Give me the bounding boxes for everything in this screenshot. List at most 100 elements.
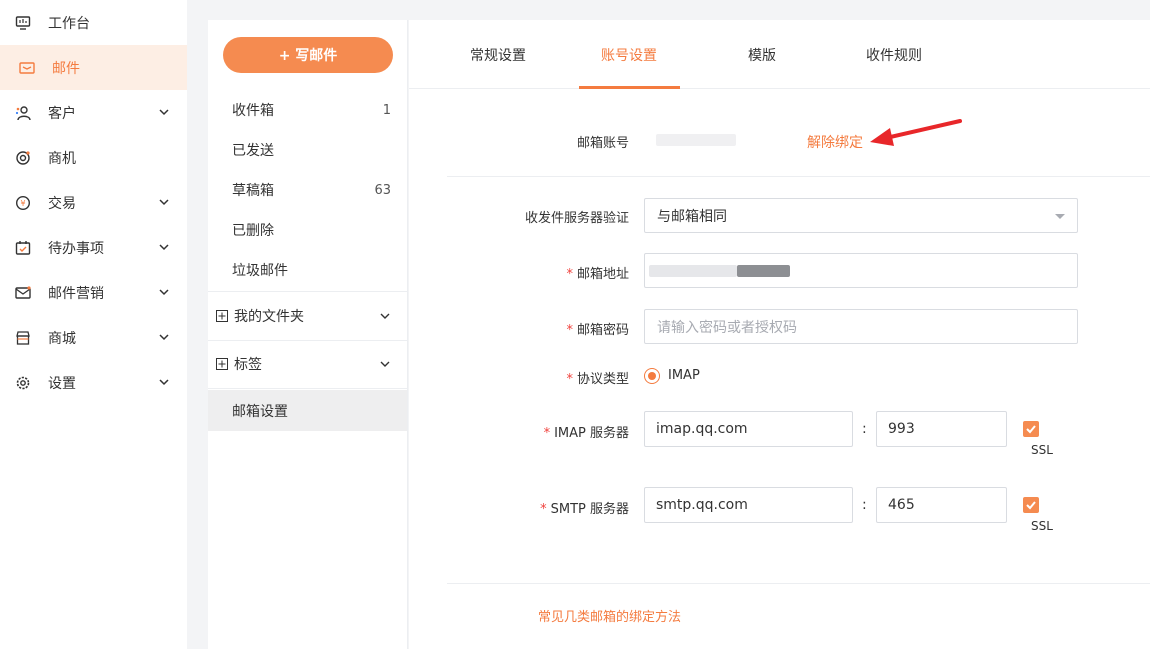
sidebar-item-label: 工作台 [48, 15, 90, 32]
expand-box-icon [216, 358, 228, 370]
divider [447, 583, 1150, 584]
unread-count: 1 [382, 102, 391, 118]
mail-folder-panel: + 写邮件 收件箱 1 已发送 草稿箱 63 已删除 垃圾邮件 我的文件夹 标签… [208, 20, 408, 649]
sidebar-item-opportunity[interactable]: 商机 [0, 135, 187, 180]
sidebar-item-label: 商城 [48, 330, 76, 347]
server-verify-label: 收发件服务器验证 [524, 211, 629, 226]
calendar-icon [14, 239, 32, 257]
binding-help-link[interactable]: 常见几类邮箱的绑定方法 [538, 606, 681, 625]
select-value: 与邮箱相同 [657, 208, 727, 225]
imap-server-label: * IMAP 服务器 [543, 426, 629, 441]
group-my-folders[interactable]: 我的文件夹 [208, 294, 407, 338]
sidebar-item-label: 待办事项 [48, 240, 104, 257]
placeholder: 请输入密码或者授权码 [657, 319, 797, 336]
folder-label: 邮箱设置 [232, 403, 288, 420]
annotation-arrow [870, 119, 962, 146]
email-address-field[interactable] [644, 253, 1078, 288]
chevron-down-icon [159, 109, 169, 116]
folder-label: 已发送 [232, 143, 274, 159]
sidebar-item-settings[interactable]: 设置 [0, 360, 187, 405]
smtp-ssl-label: SSL [1031, 519, 1053, 533]
customer-icon [14, 104, 32, 122]
sidebar-item-label: 客户 [48, 105, 76, 122]
server-verify-select[interactable]: 与邮箱相同 [644, 198, 1078, 233]
transaction-icon: ¥ [14, 194, 32, 212]
main-sidebar: 工作台 邮件 客户 商机 ¥ 交易 待办事项 邮件营销 商城 设置 [0, 0, 187, 649]
divider [208, 340, 407, 341]
mail-marketing-icon [14, 284, 32, 302]
sidebar-item-store[interactable]: 商城 [0, 315, 187, 360]
sidebar-item-todo[interactable]: 待办事项 [0, 225, 187, 270]
tab-account[interactable]: 账号设置 [601, 45, 657, 65]
check-icon [1026, 501, 1036, 510]
draft-count: 63 [374, 182, 391, 198]
folder-spam[interactable]: 垃圾邮件 [208, 250, 407, 290]
sidebar-item-label: 设置 [48, 375, 76, 392]
imap-port-field[interactable]: 993 [876, 411, 1007, 447]
tab-inbox-rules[interactable]: 收件规则 [866, 45, 922, 65]
folder-label: 草稿箱 [232, 183, 274, 199]
settings-panel: 常规设置 账号设置 模版 收件规则 邮箱账号 解除绑定 收发件服务器验证 与邮箱… [409, 20, 1150, 649]
expand-box-icon [216, 310, 228, 322]
sidebar-item-label: 交易 [48, 195, 76, 212]
folder-sent[interactable]: 已发送 [208, 130, 407, 170]
email-password-field[interactable]: 请输入密码或者授权码 [644, 309, 1078, 344]
store-icon [14, 329, 32, 347]
caret-down-icon [1055, 214, 1065, 219]
folder-inbox[interactable]: 收件箱 1 [208, 90, 407, 130]
sidebar-item-customer[interactable]: 客户 [0, 90, 187, 135]
sidebar-item-label: 商机 [48, 150, 76, 167]
svg-text:¥: ¥ [20, 199, 25, 208]
smtp-host-field[interactable]: smtp.qq.com [644, 487, 853, 523]
chevron-down-icon [380, 361, 390, 367]
gear-icon [14, 374, 32, 392]
group-tags[interactable]: 标签 [208, 342, 407, 386]
mail-icon [18, 59, 36, 77]
unbind-link[interactable]: 解除绑定 [807, 132, 863, 152]
smtp-port-field[interactable]: 465 [876, 487, 1007, 523]
imap-ssl-checkbox[interactable] [1023, 421, 1039, 437]
chevron-down-icon [159, 199, 169, 206]
imap-ssl-label: SSL [1031, 443, 1053, 457]
sidebar-item-label: 邮件 [52, 60, 80, 77]
folder-label: 已删除 [232, 223, 274, 239]
imap-radio-label: IMAP [668, 368, 700, 383]
sidebar-item-label: 邮件营销 [48, 285, 104, 302]
colon-separator: : [862, 497, 867, 513]
protocol-label: * 协议类型 [566, 372, 629, 387]
folder-label: 垃圾邮件 [232, 263, 288, 279]
sidebar-item-mail[interactable]: 邮件 [0, 45, 187, 90]
folder-label: 收件箱 [232, 103, 274, 119]
compose-button[interactable]: + 写邮件 [223, 37, 393, 73]
divider [208, 291, 407, 292]
chevron-down-icon [380, 313, 390, 319]
target-icon [14, 149, 32, 167]
chevron-down-icon [159, 244, 169, 251]
chevron-down-icon [159, 379, 169, 386]
smtp-ssl-checkbox[interactable] [1023, 497, 1039, 513]
group-label: 标签 [234, 357, 262, 373]
account-label: 邮箱账号 [576, 136, 629, 151]
divider [208, 388, 407, 389]
group-label: 我的文件夹 [234, 309, 304, 325]
imap-host-field[interactable]: imap.qq.com [644, 411, 853, 447]
email-address-label: * 邮箱地址 [566, 267, 629, 282]
imap-radio[interactable] [644, 368, 660, 384]
sidebar-item-transaction[interactable]: ¥ 交易 [0, 180, 187, 225]
sidebar-item-mail-marketing[interactable]: 邮件营销 [0, 270, 187, 315]
sidebar-item-workbench[interactable]: 工作台 [0, 0, 187, 45]
check-icon [1026, 425, 1036, 434]
settings-tabs: 常规设置 账号设置 模版 收件规则 [409, 20, 1150, 89]
email-password-label: * 邮箱密码 [566, 323, 629, 338]
folder-deleted[interactable]: 已删除 [208, 210, 407, 250]
smtp-server-label: * SMTP 服务器 [540, 502, 629, 517]
folder-drafts[interactable]: 草稿箱 63 [208, 170, 407, 210]
folder-mail-settings[interactable]: 邮箱设置 [208, 390, 407, 431]
active-tab-indicator [579, 86, 680, 89]
divider [447, 176, 1150, 177]
tab-general[interactable]: 常规设置 [470, 45, 526, 65]
tab-templates[interactable]: 模版 [748, 45, 776, 65]
chevron-down-icon [159, 334, 169, 341]
colon-separator: : [862, 421, 867, 437]
monitor-icon [14, 14, 32, 32]
